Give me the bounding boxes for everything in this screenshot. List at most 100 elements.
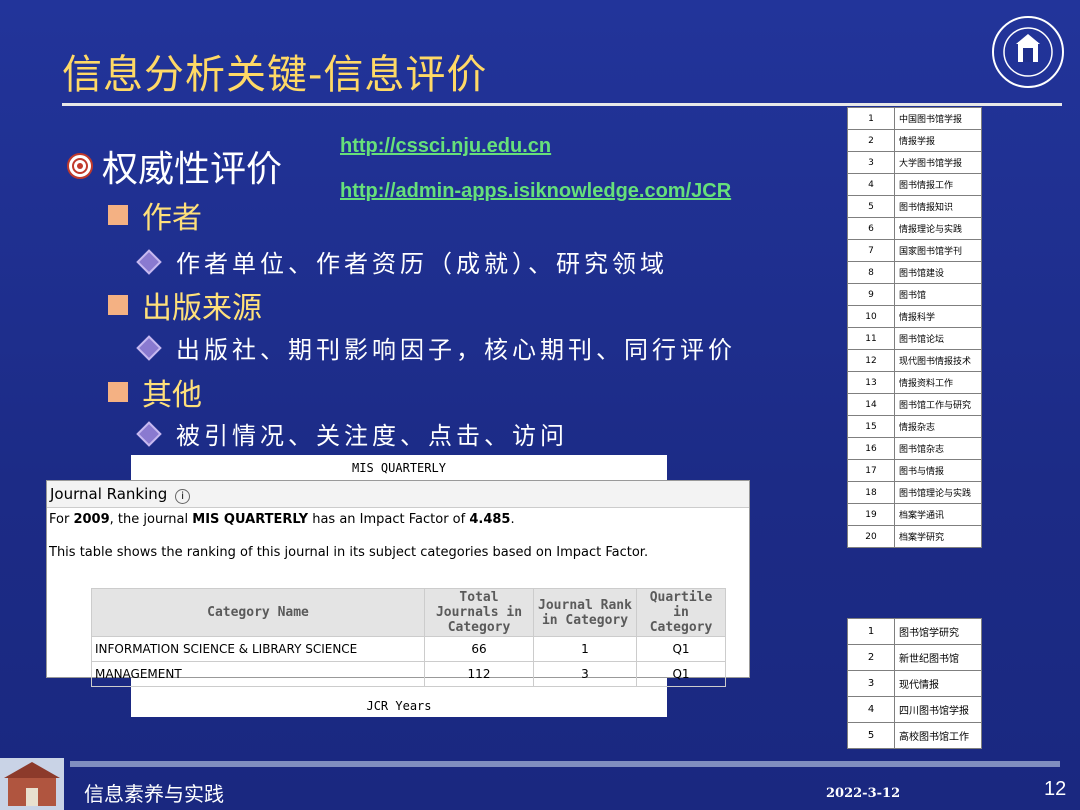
authority-heading: 权威性评价 [66,140,282,192]
section-detail: 被引情况、关注度、点击、访问 [176,422,568,450]
journal-rank-number: 17 [847,459,895,482]
sentence-mid1: , the journal [109,512,189,527]
section-label: 出版来源 [142,291,262,326]
list-item: 20 档案学研究 [847,525,982,548]
col-total-journals: Total Journals in Category [424,588,534,637]
jcr-link[interactable]: http://admin-apps.isiknowledge.com/JCR [340,180,731,203]
journal-rank-number: 12 [847,349,895,372]
cell-total: 112 [424,661,534,687]
table-row: MANAGEMENT 112 3 Q1 [91,661,726,687]
journal-name: 大学图书馆学报 [894,151,982,174]
journal-rank-number: 9 [847,283,895,306]
sentence-end: . [510,512,515,527]
col-journal-rank: Journal Rank in Category [533,588,637,637]
journal-name: 情报资料工作 [894,371,982,394]
sentence-prefix: For [49,512,70,527]
cell-category: MANAGEMENT [91,661,425,687]
campus-building-icon [0,758,64,810]
journal-name: 图书与情报 [894,459,982,482]
journal-rank-number: 4 [847,696,895,723]
section-author-detail: 作者单位、作者资历（成就）、研究领域 [136,244,668,279]
section-detail: 出版社、期刊影响因子，核心期刊、同行评价 [176,336,736,364]
journal-rank-number: 10 [847,305,895,328]
list-item: 13 情报资料工作 [847,371,982,394]
footer-course-name: 信息素养与实践 [84,782,224,806]
square-bullet-icon [108,205,128,225]
list-item: 19 档案学通讯 [847,503,982,526]
section-publisher: 出版来源 [108,283,262,327]
diamond-bullet-icon [136,334,162,361]
journal-rank-number: 13 [847,371,895,394]
journal-name: 中国图书馆学报 [894,107,982,130]
list-item: 3 现代情报 [847,670,982,697]
list-item: 9 图书馆 [847,283,982,306]
section-author: 作者 [108,193,202,237]
journal-rank-number: 2 [847,644,895,671]
journal-name: 现代图书情报技术 [894,349,982,372]
sentence-mid2: has an Impact Factor of [312,512,466,527]
section-publisher-detail: 出版社、期刊影响因子，核心期刊、同行评价 [136,330,736,365]
info-icon[interactable]: i [175,489,191,504]
journal-list-bottom: 1 图书馆学研究 2 新世纪图书馆 3 现代情报 4 四川图书馆学报 5 高校图书馆工作 [847,618,982,749]
seal-bullet-icon [67,153,93,179]
list-item: 14 图书馆工作与研究 [847,393,982,416]
list-item: 1 中国图书馆学报 [847,107,982,130]
list-item: 1 图书馆学研究 [847,618,982,645]
university-seal-icon [992,16,1064,88]
section-other-detail: 被引情况、关注度、点击、访问 [136,416,568,451]
table-row: INFORMATION SCIENCE & LIBRARY SCIENCE 66… [91,636,726,662]
journal-name: 新世纪图书馆 [894,644,982,671]
list-item: 16 图书馆杂志 [847,437,982,460]
section-label: 其他 [142,378,202,413]
list-item: 18 图书馆理论与实践 [847,481,982,504]
ranking-description: This table shows the ranking of this jou… [49,545,649,560]
list-item: 11 图书馆论坛 [847,327,982,350]
footer-date: 2022-3-12 [826,786,901,801]
journal-rank-number: 8 [847,261,895,284]
list-item: 4 四川图书馆学报 [847,696,982,723]
journal-name: 图书馆理论与实践 [894,481,982,504]
journal-rank-number: 18 [847,481,895,504]
journal-name: 情报学报 [894,129,982,152]
journal-rank-number: 1 [847,107,895,130]
col-category-name: Category Name [91,588,425,637]
journal-rank-number: 2 [847,129,895,152]
square-bullet-icon [108,382,128,402]
list-item: 17 图书与情报 [847,459,982,482]
ranking-header: Journal Ranking i [47,481,749,508]
journal-rank-number: 6 [847,217,895,240]
diamond-bullet-icon [136,248,162,275]
list-item: 10 情报科学 [847,305,982,328]
col-quartile: Quartile in Category [636,588,726,637]
cell-category: INFORMATION SCIENCE & LIBRARY SCIENCE [91,636,425,662]
chart-title: MIS QUARTERLY [352,461,446,475]
list-item: 15 情报杂志 [847,415,982,438]
journal-name: MIS QUARTERLY [192,512,309,527]
section-detail: 作者单位、作者资历（成就）、研究领域 [176,250,668,278]
journal-name: 高校图书馆工作 [894,722,982,749]
journal-name: 图书馆 [894,283,982,306]
journal-rank-number: 4 [847,173,895,196]
section-label: 作者 [142,201,202,236]
journal-name: 情报理论与实践 [894,217,982,240]
journal-rank-number: 5 [847,722,895,749]
journal-name: 国家图书馆学刊 [894,239,982,262]
cell-quartile: Q1 [636,636,726,662]
cell-rank: 3 [533,661,637,687]
footer-divider [70,761,1060,767]
list-item: 4 图书情报工作 [847,173,982,196]
list-item: 7 国家图书馆学刊 [847,239,982,262]
diamond-bullet-icon [136,420,162,447]
list-item: 2 新世纪图书馆 [847,644,982,671]
journal-rank-number: 11 [847,327,895,350]
journal-rank-number: 7 [847,239,895,262]
square-bullet-icon [108,295,128,315]
cssci-link[interactable]: http://cssci.nju.edu.cn [340,135,551,158]
journal-rank-number: 20 [847,525,895,548]
journal-name: 图书馆工作与研究 [894,393,982,416]
journal-rank-number: 19 [847,503,895,526]
journal-name: 情报杂志 [894,415,982,438]
journal-rank-number: 16 [847,437,895,460]
journal-rank-number: 14 [847,393,895,416]
page-number: 12 [1044,778,1067,800]
